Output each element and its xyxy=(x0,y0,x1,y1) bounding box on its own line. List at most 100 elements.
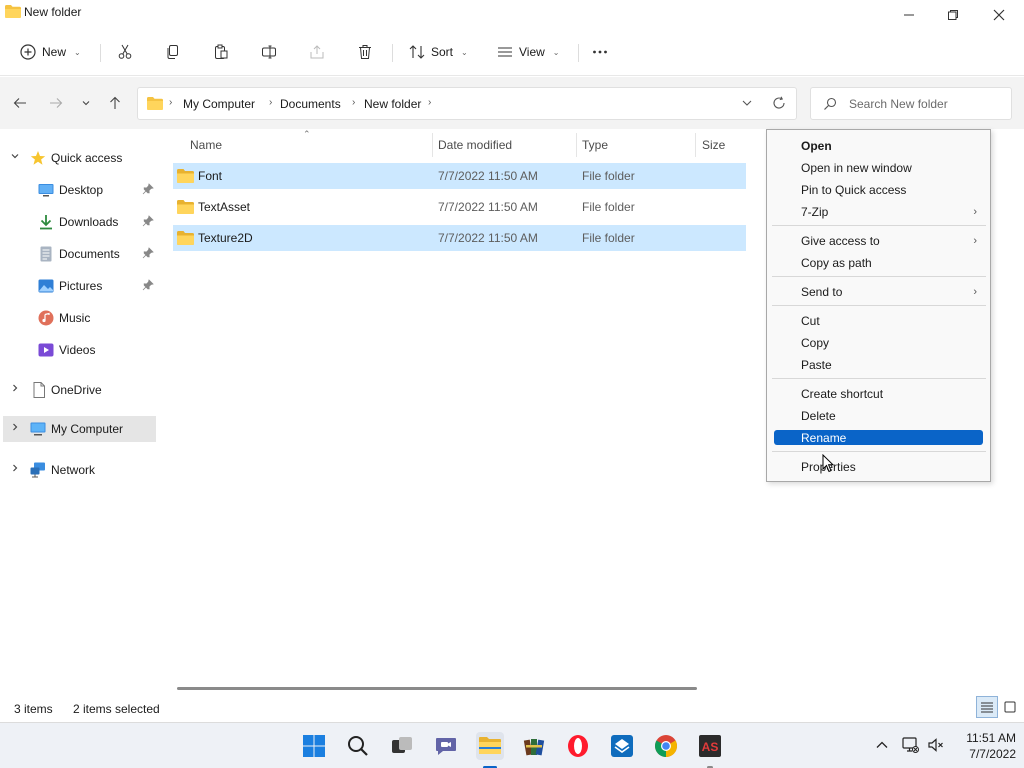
expand-chevron-icon[interactable] xyxy=(10,463,20,475)
expand-chevron-icon[interactable] xyxy=(10,151,20,163)
pin-icon[interactable] xyxy=(142,215,154,227)
start-button[interactable] xyxy=(300,732,328,760)
asset-studio-button[interactable]: AS xyxy=(696,732,724,760)
delete-button[interactable] xyxy=(357,38,373,66)
sidebar-item-music[interactable]: Music xyxy=(0,305,156,331)
opera-browser-button[interactable] xyxy=(564,732,592,760)
address-history-button[interactable] xyxy=(741,96,753,113)
menu-item-label: Send to xyxy=(801,285,843,299)
menu-item-send-to[interactable]: Send to › xyxy=(774,284,983,300)
column-header-size[interactable]: Size xyxy=(702,129,742,161)
pin-icon[interactable] xyxy=(142,247,154,259)
details-view-button[interactable] xyxy=(976,696,998,718)
menu-item-properties[interactable]: Properties xyxy=(774,459,983,475)
menu-item-open-new-window[interactable]: Open in new window xyxy=(774,160,983,176)
search-box[interactable] xyxy=(810,87,1012,120)
sidebar-item-downloads[interactable]: Downloads xyxy=(0,209,156,235)
minimize-button[interactable] xyxy=(886,0,932,30)
menu-item-copy[interactable]: Copy xyxy=(774,335,983,351)
menu-item-copy-path[interactable]: Copy as path xyxy=(774,255,983,271)
teams-chat-button[interactable] xyxy=(432,732,460,760)
expand-chevron-icon[interactable] xyxy=(10,383,20,395)
menu-item-cut[interactable]: Cut xyxy=(774,313,983,329)
arrow-left-icon xyxy=(13,98,26,108)
column-divider[interactable] xyxy=(432,133,433,157)
view-button[interactable]: View ⌄ xyxy=(497,38,560,66)
file-date: 7/7/2022 11:50 AM xyxy=(438,169,538,183)
sidebar-item-documents[interactable]: Documents xyxy=(0,241,156,267)
chrome-browser-button[interactable] xyxy=(652,732,680,760)
recent-locations-button[interactable] xyxy=(76,93,96,113)
copy-button[interactable] xyxy=(165,38,181,66)
pin-icon[interactable] xyxy=(142,279,154,291)
taskbar-search-button[interactable] xyxy=(344,732,372,760)
table-row[interactable]: Texture2D 7/7/2022 11:50 AM File folder xyxy=(173,225,746,251)
taskbar: AS 11:51 AM 7/7/2022 xyxy=(0,722,1024,768)
task-view-button[interactable] xyxy=(388,732,416,760)
pin-icon[interactable] xyxy=(142,183,154,195)
menu-item-7zip[interactable]: 7-Zip › xyxy=(774,204,983,220)
chrome-icon xyxy=(655,735,677,757)
maximize-button[interactable] xyxy=(930,0,976,30)
sidebar-item-my-computer[interactable]: My Computer xyxy=(3,416,156,442)
inbox-icon xyxy=(611,735,633,757)
menu-item-delete[interactable]: Delete xyxy=(774,408,983,424)
sidebar-item-desktop[interactable]: Desktop xyxy=(0,177,156,203)
arrow-up-icon xyxy=(110,96,120,109)
pictures-icon xyxy=(38,279,54,293)
network-status-button[interactable] xyxy=(901,736,919,754)
menu-item-rename[interactable]: Rename xyxy=(774,430,983,445)
sidebar-item-label: Videos xyxy=(59,343,96,357)
up-button[interactable] xyxy=(105,93,125,113)
archive-app-button[interactable] xyxy=(520,732,548,760)
new-button[interactable]: New ⌄ xyxy=(20,38,81,66)
close-button[interactable] xyxy=(976,0,1022,30)
menu-item-give-access[interactable]: Give access to › xyxy=(774,233,983,249)
divider xyxy=(392,44,393,62)
file-type: File folder xyxy=(582,169,635,183)
column-header-date[interactable]: Date modified xyxy=(438,129,573,161)
menu-item-open[interactable]: Open xyxy=(774,138,983,154)
column-header-name[interactable]: Name xyxy=(190,129,430,161)
search-input[interactable] xyxy=(849,95,1004,113)
clock[interactable]: 11:51 AM 7/7/2022 xyxy=(954,730,1016,762)
network-icon xyxy=(30,462,45,478)
back-button[interactable] xyxy=(10,93,30,113)
column-divider[interactable] xyxy=(695,133,696,157)
sidebar-item-network[interactable]: Network xyxy=(0,457,156,483)
menu-item-label: 7-Zip xyxy=(801,205,829,219)
sidebar-item-quick-access[interactable]: Quick access xyxy=(0,145,156,171)
see-more-button[interactable] xyxy=(592,38,608,66)
cut-button[interactable] xyxy=(117,38,133,66)
mail-app-button[interactable] xyxy=(608,732,636,760)
sort-button[interactable]: Sort ⌄ xyxy=(409,38,468,66)
share-button[interactable] xyxy=(309,38,325,66)
menu-item-pin-quick-access[interactable]: Pin to Quick access xyxy=(774,182,983,198)
forward-button[interactable] xyxy=(46,93,66,113)
volume-button[interactable] xyxy=(927,736,945,754)
sidebar-item-videos[interactable]: Videos xyxy=(0,337,156,363)
show-hidden-icons-button[interactable] xyxy=(873,736,891,754)
plus-circle-icon xyxy=(20,44,36,60)
sidebar-item-label: Pictures xyxy=(59,279,103,293)
sidebar-item-pictures[interactable]: Pictures xyxy=(0,273,156,299)
paste-button[interactable] xyxy=(213,38,229,66)
large-icons-view-button[interactable] xyxy=(999,696,1021,718)
menu-item-paste[interactable]: Paste xyxy=(774,357,983,373)
breadcrumb-new-folder[interactable]: New folder xyxy=(364,97,421,111)
expand-chevron-icon[interactable] xyxy=(10,422,20,434)
sidebar-item-onedrive[interactable]: OneDrive xyxy=(0,377,156,403)
refresh-button[interactable] xyxy=(772,96,786,113)
rename-button[interactable] xyxy=(261,38,277,66)
horizontal-scrollbar[interactable] xyxy=(177,687,697,690)
file-explorer-taskbar-button[interactable] xyxy=(476,732,504,760)
menu-item-create-shortcut[interactable]: Create shortcut xyxy=(774,386,983,402)
divider xyxy=(578,44,579,62)
column-divider[interactable] xyxy=(576,133,577,157)
table-row[interactable]: Font 7/7/2022 11:50 AM File folder xyxy=(173,163,746,189)
address-bar[interactable]: › My Computer › Documents › New folder › xyxy=(137,87,797,120)
breadcrumb-my-computer[interactable]: My Computer xyxy=(183,97,255,111)
column-header-type[interactable]: Type xyxy=(582,129,692,161)
table-row[interactable]: TextAsset 7/7/2022 11:50 AM File folder xyxy=(173,194,746,220)
breadcrumb-documents[interactable]: Documents xyxy=(280,97,341,111)
